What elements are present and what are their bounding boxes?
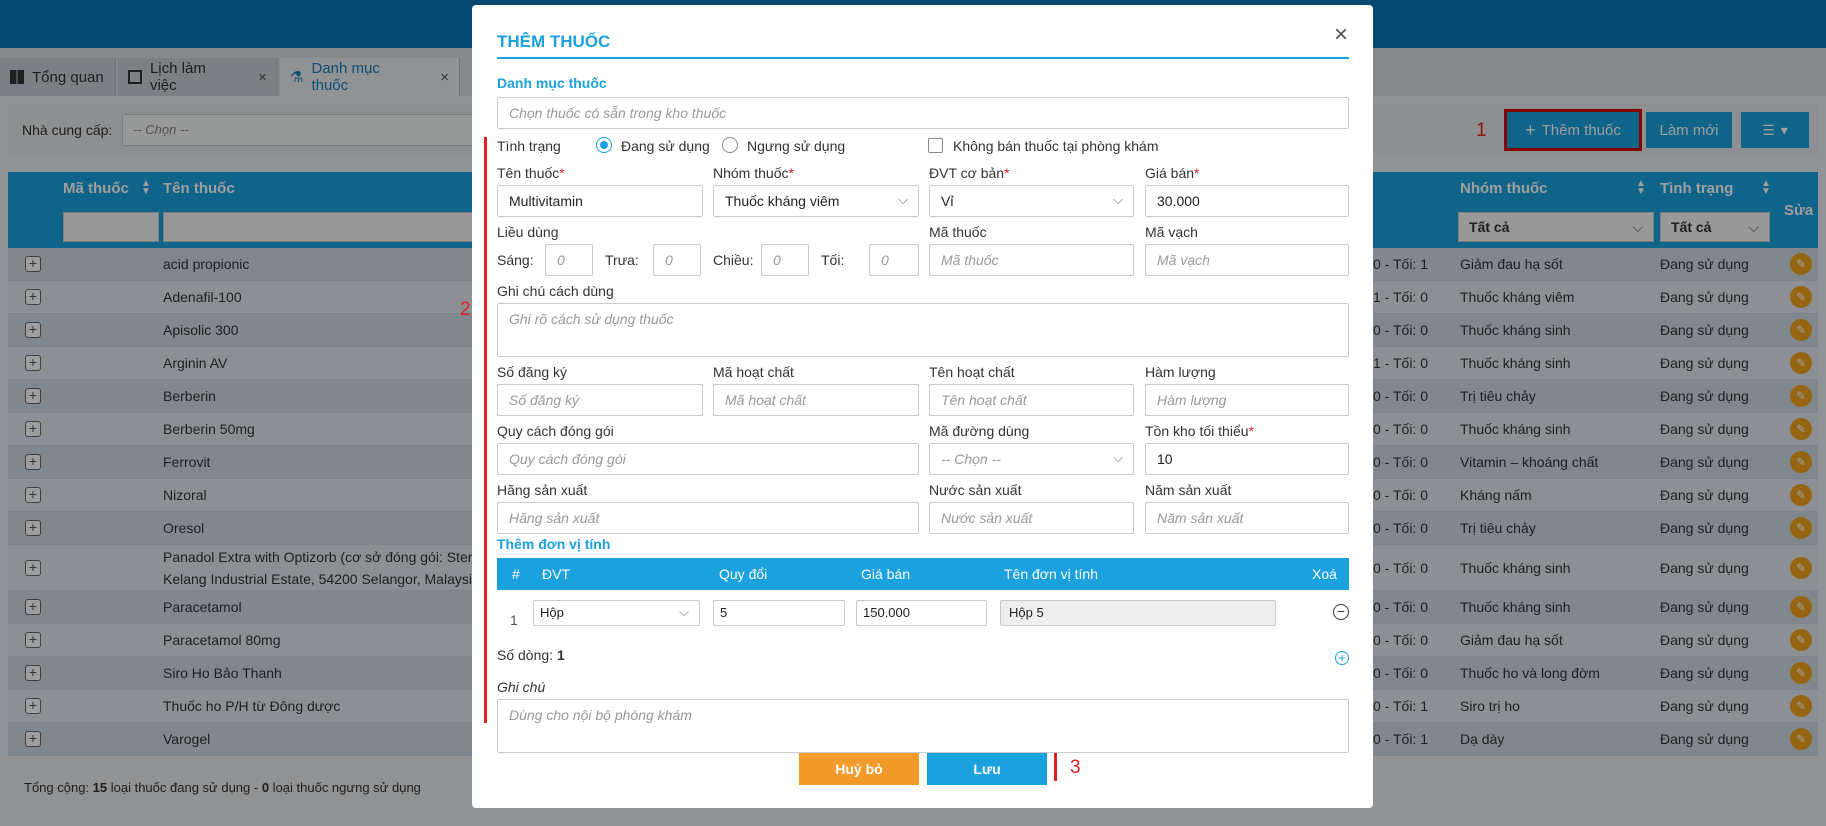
afternoon-label: Chiều: xyxy=(713,252,754,268)
annotation-marker-3: 3 xyxy=(1070,757,1081,778)
unit-col-convert: Quy đổi xyxy=(719,566,768,582)
drug-group-value: Thuốc kháng viêm xyxy=(725,193,840,209)
registration-label: Số đăng ký xyxy=(497,364,568,380)
add-unit-section-label: Thêm đơn vị tính xyxy=(497,536,611,552)
drug-code-input[interactable]: Mã thuốc xyxy=(929,244,1134,276)
row-count-value: 1 xyxy=(556,647,565,663)
row-count-label: Số dòng: xyxy=(497,647,554,663)
unit-row-convert-input[interactable]: 5 xyxy=(713,600,845,626)
not-sold-checkbox[interactable] xyxy=(928,138,943,153)
usage-note-label: Ghi chú cách dùng xyxy=(497,283,614,299)
unit-row-price-input[interactable]: 150.000 xyxy=(856,600,987,626)
year-input[interactable]: Năm sản xuất xyxy=(1145,502,1349,534)
annotation-line xyxy=(484,137,487,723)
row-count: Số dòng: 1 xyxy=(497,647,565,663)
status-inactive-radio[interactable] xyxy=(722,137,738,153)
unit-col-price: Giá bán xyxy=(861,566,911,582)
close-icon[interactable]: × xyxy=(1334,23,1348,47)
ingredient-code-label: Mã hoạt chất xyxy=(713,364,794,380)
price-label-text: Giá bán xyxy=(1145,165,1195,181)
base-unit-label-text: ĐVT cơ bản xyxy=(929,165,1005,181)
price-input[interactable]: 30.000 xyxy=(1145,185,1349,217)
barcode-label: Mã vạch xyxy=(1145,224,1198,240)
content-input[interactable]: Hàm lượng xyxy=(1145,384,1349,416)
evening-label: Tối: xyxy=(821,252,845,268)
packing-input[interactable]: Quy cách đóng gói xyxy=(497,443,919,475)
price-label: Giá bán* xyxy=(1145,165,1200,181)
route-label: Mã đường dùng xyxy=(929,423,1030,439)
chevron-down-icon: ⌵ xyxy=(1113,450,1123,465)
dialog-title: THÊM THUỐC xyxy=(497,32,611,51)
unit-col-name: Tên đơn vị tính xyxy=(1004,566,1099,582)
manufacturer-label: Hãng sản xuất xyxy=(497,482,588,498)
unit-col-delete: Xoá xyxy=(1312,566,1337,582)
unit-row-index: 1 xyxy=(510,612,518,628)
afternoon-dose-input[interactable]: 0 xyxy=(761,244,809,276)
noon-dose-input[interactable]: 0 xyxy=(653,244,701,276)
route-select[interactable]: -- Chọn -- ⌵ xyxy=(929,443,1134,475)
min-stock-input[interactable]: 10 xyxy=(1145,443,1349,475)
status-label: Tình trạng xyxy=(497,138,561,154)
save-button[interactable]: Lưu xyxy=(927,753,1047,785)
packing-label: Quy cách đóng gói xyxy=(497,423,614,439)
route-value: -- Chọn -- xyxy=(941,451,1001,467)
morning-dose-input[interactable]: 0 xyxy=(545,244,593,276)
drug-name-input[interactable]: Multivitamin xyxy=(497,185,703,217)
chevron-down-icon: ⌵ xyxy=(679,604,689,619)
morning-label: Sáng: xyxy=(497,252,534,268)
title-divider xyxy=(497,57,1349,59)
drug-code-label: Mã thuốc xyxy=(929,224,987,240)
content-label: Hàm lượng xyxy=(1145,364,1216,380)
chevron-down-icon: ⌵ xyxy=(1113,192,1123,207)
unit-row-name-input: Hộp 5 xyxy=(1000,600,1276,626)
not-sold-label: Không bán thuốc tại phòng khám xyxy=(953,138,1159,154)
remove-row-icon[interactable]: − xyxy=(1333,604,1349,620)
annotation-bar xyxy=(1054,753,1057,781)
base-unit-label: ĐVT cơ bản* xyxy=(929,165,1010,181)
manufacturer-input[interactable]: Hãng sản xuất xyxy=(497,502,919,534)
note-textarea[interactable]: Dùng cho nội bộ phòng khám xyxy=(497,699,1349,753)
min-stock-label: Tồn kho tối thiểu* xyxy=(1145,423,1254,439)
add-drug-dialog: THÊM THUỐC × Danh mục thuốc Chọn thuốc c… xyxy=(460,5,1373,808)
chevron-down-icon: ⌵ xyxy=(898,192,908,207)
unit-col-index: # xyxy=(512,566,520,582)
year-label: Năm sản xuất xyxy=(1145,482,1232,498)
unit-row-unit-value: Hộp xyxy=(540,605,564,620)
dosage-label: Liều dùng xyxy=(497,224,559,240)
drug-group-label: Nhóm thuốc* xyxy=(713,165,794,181)
catalog-search-input[interactable]: Chọn thuốc có sẵn trong kho thuốc xyxy=(497,97,1349,129)
drug-group-select[interactable]: Thuốc kháng viêm ⌵ xyxy=(713,185,919,217)
drug-group-label-text: Nhóm thuốc xyxy=(713,165,789,181)
status-inactive-label: Ngưng sử dụng xyxy=(747,138,846,154)
catalog-section-label: Danh mục thuốc xyxy=(497,75,607,91)
base-unit-select[interactable]: Vỉ ⌵ xyxy=(929,185,1134,217)
add-row-icon[interactable]: + xyxy=(1335,651,1349,665)
ingredient-name-label: Tên hoạt chất xyxy=(929,364,1015,380)
noon-label: Trưa: xyxy=(605,252,639,268)
usage-note-textarea[interactable]: Ghi rõ cách sử dụng thuốc xyxy=(497,303,1349,357)
unit-row-unit-select[interactable]: Hộp ⌵ xyxy=(533,600,700,626)
status-active-radio[interactable] xyxy=(596,137,612,153)
status-active-label: Đang sử dụng xyxy=(621,138,710,154)
country-input[interactable]: Nước sản xuất xyxy=(929,502,1134,534)
unit-table-header: # ĐVT Quy đổi Giá bán Tên đơn vị tính Xo… xyxy=(497,558,1349,590)
base-unit-value: Vỉ xyxy=(941,193,954,209)
country-label: Nước sản xuất xyxy=(929,482,1022,498)
barcode-input[interactable]: Mã vạch xyxy=(1145,244,1349,276)
cancel-button[interactable]: Huỷ bỏ xyxy=(799,753,919,785)
note-label: Ghi chú xyxy=(497,679,546,695)
drug-name-label: Tên thuốc* xyxy=(497,165,565,181)
annotation-marker-2: 2 xyxy=(460,299,471,320)
ingredient-name-input[interactable]: Tên hoạt chất xyxy=(929,384,1134,416)
drug-name-label-text: Tên thuốc xyxy=(497,165,560,181)
min-stock-label-text: Tồn kho tối thiểu xyxy=(1145,423,1249,439)
registration-input[interactable]: Số đăng ký xyxy=(497,384,703,416)
ingredient-code-input[interactable]: Mã hoạt chất xyxy=(713,384,919,416)
unit-col-unit: ĐVT xyxy=(542,566,570,582)
evening-dose-input[interactable]: 0 xyxy=(869,244,919,276)
